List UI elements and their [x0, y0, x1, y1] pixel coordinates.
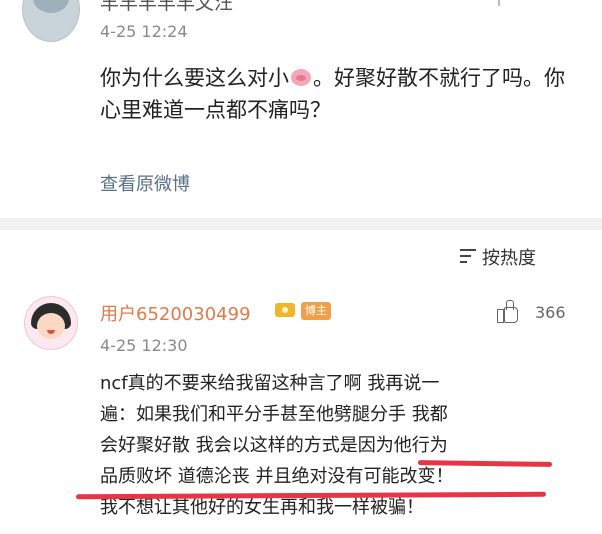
like-count[interactable]: 366	[535, 303, 566, 322]
sort-icon[interactable]	[460, 248, 478, 264]
comment-line: ncf真的不要来给我留这种言了啊 我再说一	[100, 373, 440, 394]
comment-username[interactable]: 用户6520030499	[100, 300, 251, 326]
top-post-content-part1: 你为什么要这么对小	[100, 66, 289, 90]
comment-avatar[interactable]	[24, 296, 78, 350]
top-post-avatar[interactable]	[22, 0, 80, 42]
blogger-badge: 博主	[301, 302, 331, 320]
section-divider	[0, 218, 602, 230]
top-post-time: 4-25 12:24	[100, 22, 188, 41]
top-post-username[interactable]: 羊羊羊羊羊文汪	[100, 0, 233, 15]
top-post: 羊羊羊羊羊文汪 4-25 12:24 你为什么要这么对小 。好聚好散不就行了吗。你…	[0, 0, 602, 220]
comment-time: 4-25 12:30	[100, 336, 188, 355]
comment-text: ncf真的不要来给我留这种言了啊 我再说一 遍：如果我们和平分手甚至他劈腿分手 …	[100, 368, 570, 523]
sort-by-hot-button[interactable]: 按热度	[482, 244, 536, 270]
comment-line: 遍：如果我们和平分手甚至他劈腿分手 我都	[100, 404, 448, 425]
view-original-link[interactable]: 查看原微博	[100, 170, 190, 196]
pig-face-icon	[291, 69, 311, 86]
thumbs-up-icon[interactable]	[497, 300, 519, 323]
more-menu-icon[interactable]	[476, 0, 500, 6]
top-post-content: 你为什么要这么对小 。好聚好散不就行了吗。你心里难道一点都不痛吗？	[100, 62, 570, 126]
comment-line: 会好聚好散 我会以这样的方式是因为他行为	[100, 435, 448, 456]
crown-icon	[274, 298, 296, 318]
sort-bar: 按热度	[0, 230, 602, 282]
